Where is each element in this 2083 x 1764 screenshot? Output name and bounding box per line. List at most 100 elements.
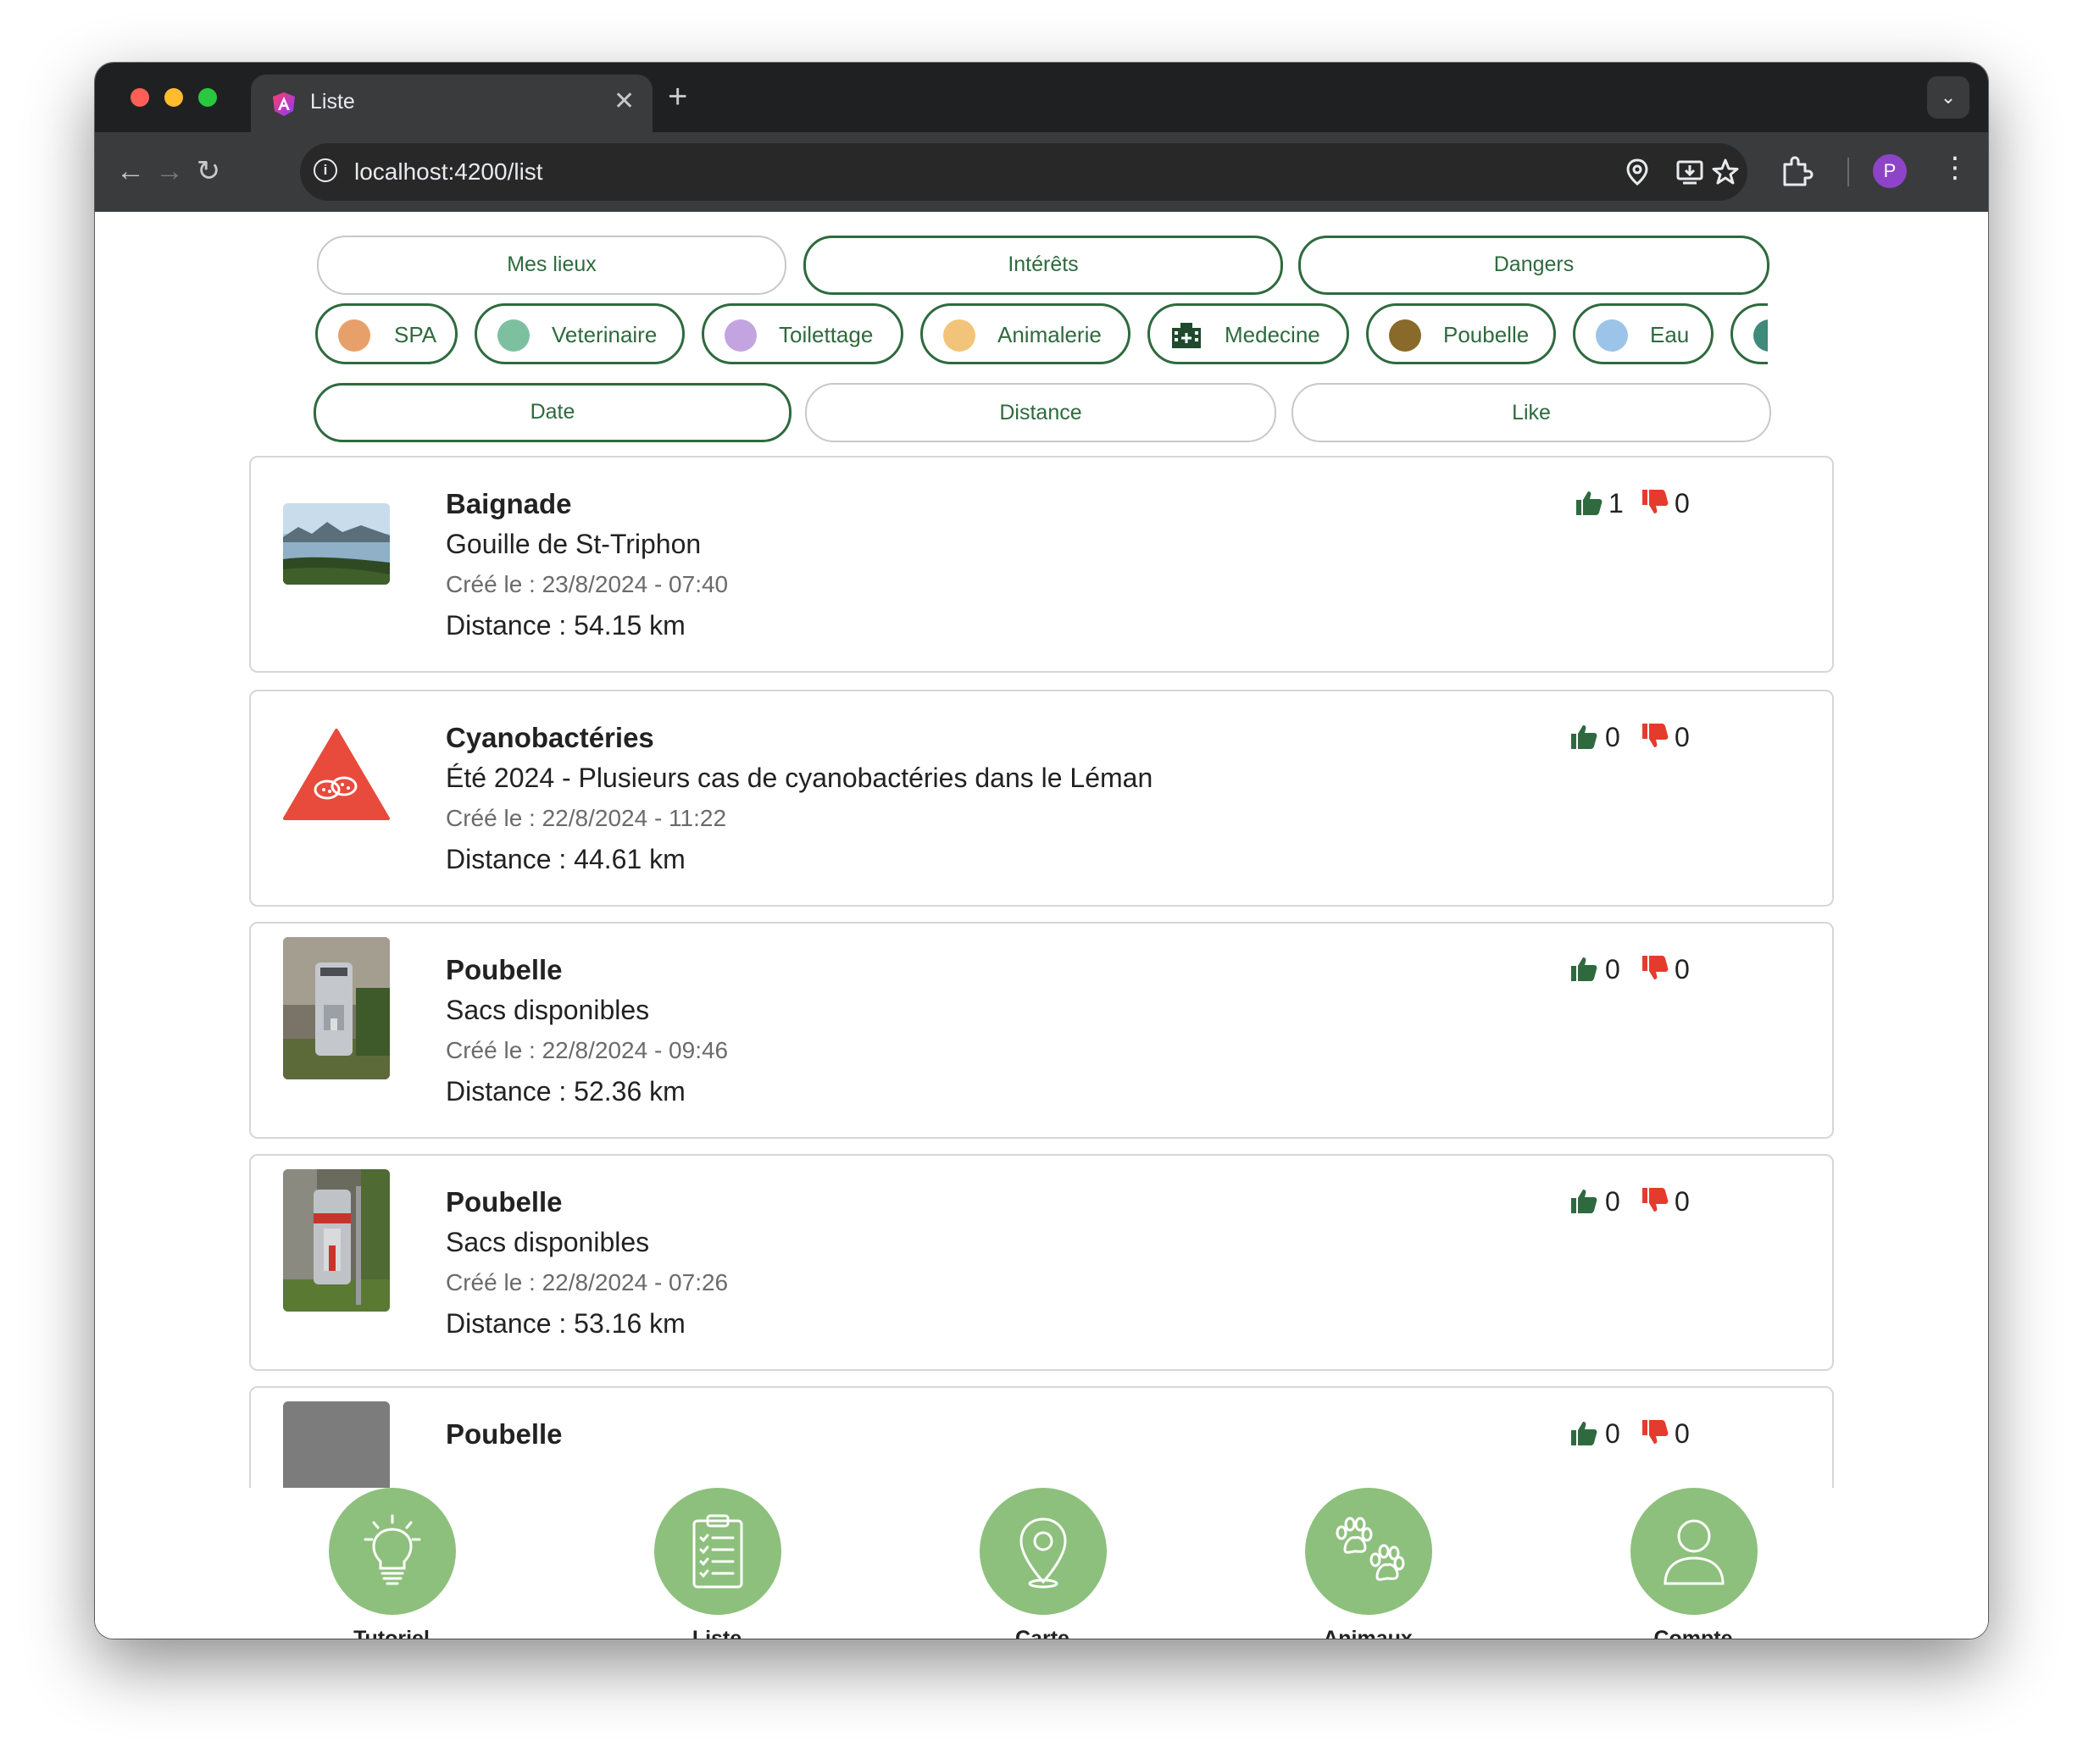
type-chips-row: SPA Veterinaire Toilettage Animalerie Me… — [315, 303, 1768, 364]
thumbs-down-icon[interactable] — [1641, 1186, 1669, 1215]
tab-title: Liste — [310, 90, 355, 114]
chip-label: Toilettage — [779, 322, 874, 347]
close-window-button[interactable] — [131, 88, 149, 107]
votes: 0 0 — [1569, 722, 1714, 756]
item-description: Été 2024 - Plusieurs cas de cyanobactéri… — [446, 763, 1153, 793]
clipboard-list-icon — [692, 1514, 743, 1589]
item-date: Créé le : 22/8/2024 - 07:26 — [446, 1269, 729, 1295]
nav-animaux[interactable]: Animaux — [1266, 1488, 1469, 1639]
back-button[interactable]: ← — [110, 151, 151, 191]
list-item[interactable]: Cyanobactéries Été 2024 - Plusieurs cas … — [249, 690, 1834, 907]
nav-circle — [654, 1488, 781, 1615]
medecine-icon — [1172, 323, 1201, 348]
nav-label: Animaux — [1323, 1627, 1413, 1639]
nav-label: Compte — [1653, 1627, 1733, 1639]
new-tab-button[interactable]: + — [668, 80, 687, 114]
item-distance: Distance : 52.36 km — [446, 1076, 686, 1107]
item-title: Poubelle — [446, 1186, 563, 1218]
thumbs-down-icon[interactable] — [1641, 488, 1669, 517]
thumbs-down-icon[interactable] — [1641, 1418, 1669, 1447]
votes: 0 0 — [1569, 1186, 1714, 1220]
thumbs-up-icon[interactable] — [1569, 954, 1598, 983]
nav-label: Tutoriel — [353, 1627, 430, 1639]
item-title: Poubelle — [446, 1418, 563, 1450]
nav-circle — [980, 1488, 1107, 1615]
browser-toolbar: ← → ↻ i localhost:4200/list P ⋮ — [95, 132, 1988, 212]
paws-icon — [1336, 1517, 1405, 1581]
filter-mes-lieux[interactable]: Mes lieux — [317, 236, 786, 295]
filter-interets[interactable]: Intérêts — [803, 236, 1283, 295]
sort-label: Like — [1512, 401, 1551, 424]
thumbs-up-icon[interactable] — [1569, 1418, 1598, 1447]
filter-dangers[interactable]: Dangers — [1298, 236, 1769, 295]
browser-menu-icon[interactable]: ⋮ — [1941, 151, 1969, 185]
minimize-window-button[interactable] — [164, 88, 183, 107]
item-date: Créé le : 22/8/2024 - 11:22 — [446, 805, 727, 831]
sort-like[interactable]: Like — [1291, 383, 1771, 442]
thumbs-up-icon[interactable] — [1569, 1186, 1598, 1215]
bin-photo — [283, 937, 390, 1079]
chip-label: Poubelle — [1443, 322, 1530, 347]
votes: 1 0 — [1575, 488, 1710, 522]
spa-icon — [338, 319, 370, 352]
page-content: Mes lieux Intérêts Dangers SPA Veterinai… — [95, 212, 1988, 1639]
nav-circle — [1305, 1488, 1432, 1615]
thumbs-down-icon[interactable] — [1641, 722, 1669, 751]
thumbs-down-icon[interactable] — [1641, 954, 1669, 983]
chip-spa[interactable]: SPA — [315, 303, 458, 364]
chip-toilettage[interactable]: Toilettage — [702, 303, 903, 364]
item-title: Poubelle — [446, 954, 563, 985]
chip-eau[interactable]: Eau — [1573, 303, 1714, 364]
chip-veterinaire[interactable]: Veterinaire — [475, 303, 685, 364]
maximize-window-button[interactable] — [198, 88, 217, 107]
filter-label: Intérêts — [1008, 252, 1079, 276]
list-item[interactable]: Poubelle Sacs disponibles Créé le : 22/8… — [249, 922, 1834, 1139]
reload-button[interactable]: ↻ — [188, 151, 229, 191]
like-count: 0 — [1605, 1186, 1620, 1217]
sort-date[interactable]: Date — [314, 383, 792, 442]
chip-label: Animalerie — [997, 322, 1102, 347]
nav-liste[interactable]: Liste — [615, 1488, 819, 1639]
dislike-count: 0 — [1675, 1186, 1690, 1217]
nav-carte[interactable]: Carte — [941, 1488, 1144, 1639]
item-description: Gouille de St-Triphon — [446, 529, 702, 559]
nav-compte[interactable]: Compte — [1591, 1488, 1795, 1639]
nav-circle — [329, 1488, 456, 1615]
thumbs-up-icon[interactable] — [1569, 722, 1598, 751]
filter-label: Mes lieux — [507, 252, 597, 276]
address-bar[interactable]: i localhost:4200/list — [300, 143, 1747, 201]
lake-photo — [283, 503, 390, 585]
bookmark-star-icon[interactable] — [1710, 157, 1741, 187]
list-item[interactable]: Poubelle Sacs disponibles Créé le : 22/8… — [249, 1154, 1834, 1371]
dislike-count: 0 — [1675, 954, 1690, 985]
title-bar: Liste ✕ + ⌄ — [95, 63, 1988, 132]
profile-avatar[interactable]: P — [1873, 154, 1907, 188]
sort-label: Date — [530, 400, 575, 424]
nav-tutoriel[interactable]: Tutoriel — [290, 1488, 493, 1639]
forward-button[interactable]: → — [149, 151, 190, 191]
site-info-icon[interactable]: i — [314, 158, 337, 182]
thumbs-up-icon[interactable] — [1575, 488, 1603, 517]
dislike-count: 0 — [1675, 1418, 1690, 1449]
nav-circle — [1630, 1488, 1758, 1615]
angular-favicon-icon — [273, 92, 295, 116]
sort-distance[interactable]: Distance — [805, 383, 1276, 442]
chip-more[interactable] — [1730, 303, 1768, 364]
like-count: 0 — [1605, 1418, 1620, 1449]
install-app-icon[interactable] — [1675, 157, 1705, 187]
like-count: 0 — [1605, 954, 1620, 985]
item-title: Baignade — [446, 488, 572, 519]
votes: 0 0 — [1569, 1418, 1714, 1452]
location-icon[interactable] — [1622, 157, 1653, 187]
browser-tab[interactable]: Liste ✕ — [251, 75, 653, 132]
eau-icon — [1596, 319, 1628, 352]
extensions-icon[interactable] — [1778, 153, 1815, 190]
votes: 0 0 — [1569, 954, 1714, 988]
list-item[interactable]: Baignade Gouille de St-Triphon Créé le :… — [249, 456, 1834, 673]
tab-close-icon[interactable]: ✕ — [614, 86, 635, 116]
tab-search-button[interactable]: ⌄ — [1927, 76, 1969, 119]
chip-poubelle[interactable]: Poubelle — [1366, 303, 1556, 364]
chip-animalerie[interactable]: Animalerie — [920, 303, 1130, 364]
lightbulb-icon — [364, 1514, 421, 1585]
chip-medecine[interactable]: Medecine — [1147, 303, 1349, 364]
